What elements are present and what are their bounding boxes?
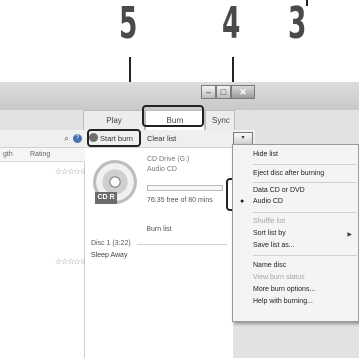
highlight-burn-tab — [142, 105, 204, 127]
menu-item-save-list[interactable]: Save list as... — [253, 242, 295, 249]
close-button[interactable]: ✕ — [231, 85, 255, 99]
burn-list-title: Burn list — [146, 226, 172, 233]
callout-5: 5 — [119, 0, 138, 49]
help-icon[interactable]: ? — [73, 134, 82, 143]
disc-type: Audio CD — [147, 166, 177, 173]
callout-3: 3 — [288, 0, 307, 49]
menu-item-help-burning[interactable]: Help with burning... — [253, 298, 313, 305]
menu-item-shuffle-list: Shuffle list — [253, 218, 286, 225]
menu-item-more-burn-options[interactable]: More burn options... — [253, 286, 315, 293]
free-space: 76:35 free of 80 mins — [147, 197, 213, 204]
menu-item-view-burn-status: View burn status — [253, 274, 305, 281]
list-item[interactable]: Sleep Away — [91, 252, 127, 259]
column-header: gth Rating — [0, 148, 85, 162]
menu-separator — [253, 164, 357, 165]
menu-item-data-cd[interactable]: Data CD or DVD — [253, 187, 305, 194]
menu-separator — [253, 255, 357, 256]
menu-item-hide-list[interactable]: Hide list — [253, 151, 278, 158]
drive-info: CD Drive (G:) Audio CD — [147, 155, 189, 175]
minimize-button[interactable]: – — [201, 85, 216, 99]
library-pane: ⌕ ▾ gth Rating ☆☆☆☆☆ ☆☆☆☆☆ — [0, 130, 87, 358]
search-icon[interactable]: ⌕ — [64, 133, 69, 144]
drive-name: CD Drive (G:) — [147, 156, 190, 163]
capacity-bar — [147, 185, 223, 191]
tab-play[interactable]: Play — [83, 110, 145, 130]
maximize-button[interactable]: □ — [216, 85, 231, 99]
submenu-arrow-icon: ▶ — [347, 232, 352, 238]
selected-bullet-icon: ● — [240, 198, 245, 205]
clear-list-button[interactable]: Clear list — [147, 132, 176, 146]
column-rating[interactable]: Rating — [30, 151, 50, 158]
callout-3-line — [306, 0, 308, 6]
rating-stars[interactable]: ☆☆☆☆☆ — [55, 257, 87, 266]
cd-r-badge: CD R — [95, 192, 117, 204]
menu-item-eject-disc[interactable]: Eject disc after burning — [253, 170, 324, 177]
highlight-start-burn — [87, 129, 141, 147]
column-length[interactable]: gth — [3, 151, 13, 158]
menu-item-sort-list[interactable]: Sort list by — [253, 230, 286, 237]
burn-options-menu: Hide list Eject disc after burning Data … — [232, 144, 359, 322]
menu-separator — [253, 212, 357, 213]
rating-stars[interactable]: ☆☆☆☆☆ — [55, 167, 87, 176]
disc-1-label: Disc 1 (3:22) — [91, 240, 131, 247]
menu-item-name-disc[interactable]: Name disc — [253, 262, 286, 269]
burn-pane: Start burn Clear list ? ▾ CD R CD Drive … — [73, 130, 255, 358]
tab-sync[interactable]: Sync — [205, 110, 235, 130]
callout-4: 4 — [222, 0, 241, 49]
menu-item-audio-cd[interactable]: Audio CD — [253, 198, 283, 205]
menu-separator — [253, 182, 357, 183]
divider — [137, 244, 227, 245]
